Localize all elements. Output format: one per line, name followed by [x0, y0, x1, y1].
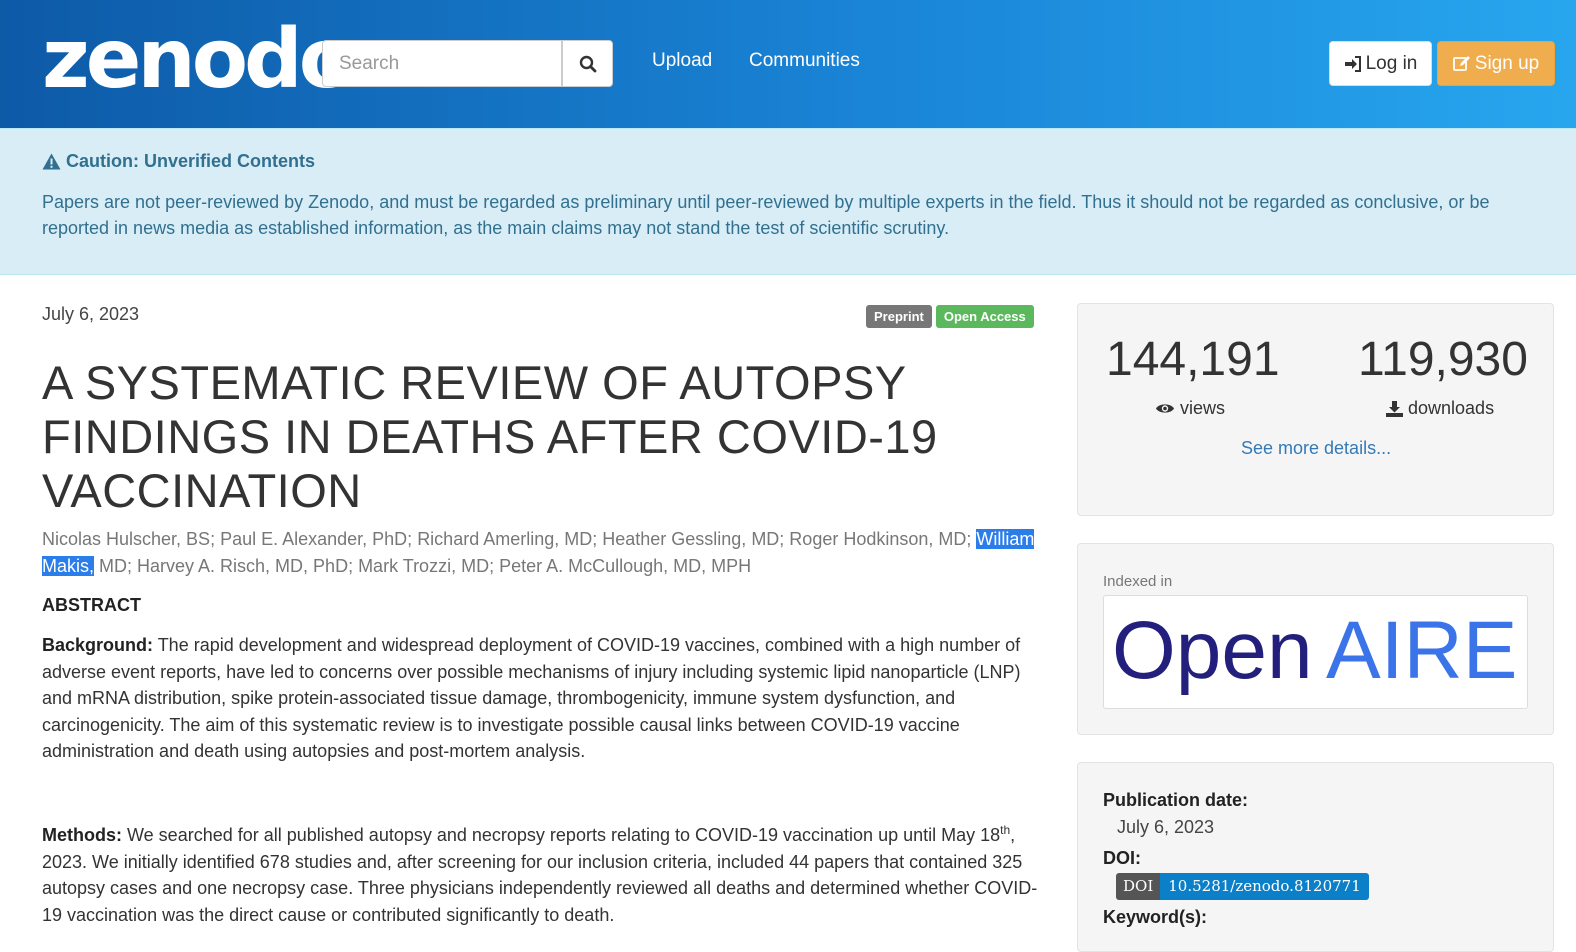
- views-label: views: [1155, 398, 1225, 419]
- doi-badge-left: DOI: [1116, 873, 1161, 900]
- caution-title-text: Caution: Unverified Contents: [66, 151, 316, 171]
- login-label: Log in: [1365, 52, 1418, 74]
- nav-upload[interactable]: Upload: [652, 50, 712, 72]
- search-button[interactable]: [562, 40, 613, 87]
- warning-icon: [42, 153, 61, 170]
- publication-date-label: Publication date:: [1103, 790, 1249, 810]
- record-title: A SYSTEMATIC REVIEW OF AUTOPSY FINDINGS …: [42, 356, 938, 517]
- nav-communities[interactable]: Communities: [749, 50, 860, 72]
- openaire-logo-graphic: Open AIRE: [1112, 605, 1517, 696]
- zenodo-logo[interactable]: zenodo: [42, 10, 355, 110]
- edit-icon: [1452, 55, 1470, 71]
- site-header: zenodo Upload Communities Log in Sign up: [0, 0, 1576, 128]
- see-more-details-link[interactable]: See more details...: [1241, 438, 1391, 459]
- signup-label: Sign up: [1474, 52, 1540, 74]
- sign-in-icon: [1344, 55, 1361, 72]
- search-bar: [322, 40, 613, 87]
- openaire-logo[interactable]: Open AIRE: [1103, 595, 1528, 709]
- openaire-open-text: Open: [1112, 605, 1313, 696]
- background-text: The rapid development and widespread dep…: [42, 635, 1021, 761]
- caution-text: Papers are not peer-reviewed by Zenodo, …: [42, 192, 1490, 238]
- downloads-label-text: downloads: [1408, 398, 1495, 418]
- login-button[interactable]: Log in: [1329, 41, 1432, 86]
- abstract-heading: ABSTRACT: [42, 595, 141, 615]
- open-access-badge: Open Access: [935, 305, 1034, 328]
- views-count: 144,191: [1106, 333, 1280, 386]
- doi-badge[interactable]: DOI 10.5281/zenodo.8120771: [1116, 873, 1369, 900]
- search-input[interactable]: [322, 40, 562, 87]
- methods-superscript: th: [1000, 823, 1011, 837]
- signup-button[interactable]: Sign up: [1437, 41, 1555, 86]
- keywords-label: Keyword(s):: [1103, 907, 1208, 927]
- caution-title: Caution: Unverified Contents: [42, 151, 315, 172]
- downloads-label: downloads: [1386, 398, 1494, 419]
- doi-label: DOI:: [1103, 848, 1141, 868]
- search-icon: [579, 55, 596, 72]
- publication-date: July 6, 2023: [42, 304, 140, 324]
- background-label: Background:: [42, 635, 154, 655]
- openaire-aire-text: AIRE: [1326, 605, 1517, 696]
- caution-banner: Caution: Unverified Contents Papers are …: [0, 128, 1576, 275]
- abstract-methods: Methods: We searched for all published a…: [42, 817, 1042, 928]
- record-labels: Preprint Open Access: [866, 305, 1034, 328]
- doi-badge-value: 10.5281/zenodo.8120771: [1160, 873, 1369, 900]
- indexed-label: Indexed in: [1103, 573, 1173, 590]
- publication-date-value: July 6, 2023: [1117, 817, 1215, 837]
- methods-text: We searched for all published autopsy an…: [122, 825, 1001, 845]
- preprint-badge: Preprint: [866, 305, 932, 328]
- eye-icon: [1156, 404, 1174, 413]
- methods-label: Methods:: [42, 825, 122, 845]
- authors-text[interactable]: Nicolas Hulscher, BS; Paul E. Alexander,…: [42, 529, 976, 549]
- authors-list: Nicolas Hulscher, BS; Paul E. Alexander,…: [42, 526, 1042, 580]
- views-label-text: views: [1180, 398, 1226, 418]
- authors-text-rest[interactable]: MD; Harvey A. Risch, MD, PhD; Mark Trozz…: [94, 556, 751, 576]
- abstract-background: Background: The rapid development and wi…: [42, 632, 1042, 765]
- downloads-count: 119,930: [1358, 333, 1528, 386]
- download-icon: [1386, 400, 1403, 417]
